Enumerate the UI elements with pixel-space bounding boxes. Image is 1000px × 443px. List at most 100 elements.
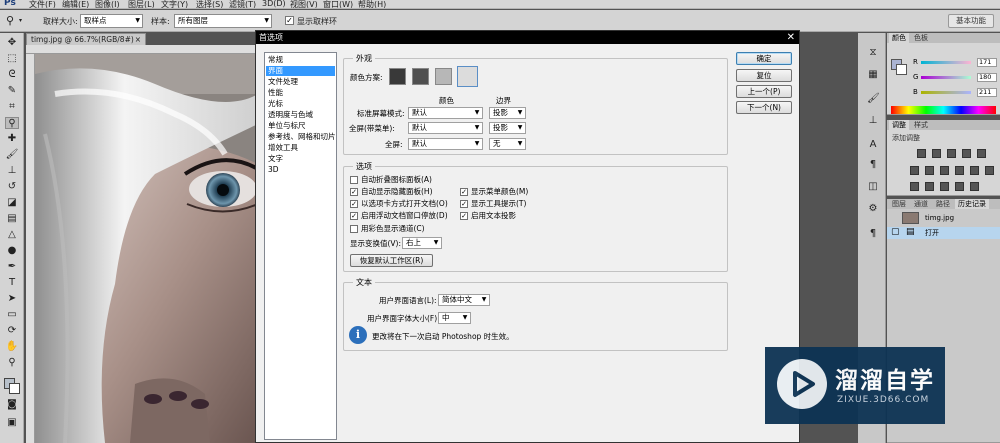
color-scheme-lightest-selected[interactable] (457, 66, 478, 87)
menu-3d[interactable]: 3D(D) (262, 0, 286, 8)
next-button[interactable]: 下一个(N) (736, 101, 792, 114)
menu-file[interactable]: 文件(F) (29, 0, 56, 8)
show-channels-in-color-checkbox[interactable]: 用彩色显示通道(C) (350, 223, 425, 234)
vibrance-icon[interactable] (977, 149, 986, 158)
menu-image[interactable]: 图像(I) (95, 0, 120, 8)
open-documents-as-tabs-checkbox[interactable]: ✓ 以选项卡方式打开文档(O) (350, 198, 448, 209)
nav-item-guides-grid[interactable]: 参考线、网格和切片 (266, 132, 336, 142)
shape-tool-icon[interactable]: ▭ (5, 309, 19, 321)
color-spectrum-bar[interactable] (891, 106, 996, 114)
posterize-icon[interactable] (925, 182, 934, 191)
tab-styles[interactable]: 样式 (911, 120, 931, 130)
nav-item-type[interactable]: 文字 (266, 154, 335, 164)
path-select-tool-icon[interactable]: ➤ (5, 293, 19, 305)
fullscreen-border-select[interactable]: 无 ▼ (489, 138, 526, 150)
type-tool-icon[interactable]: T (5, 277, 19, 289)
color-lookup-icon[interactable] (985, 166, 994, 175)
chevron-down-icon[interactable]: ▾ (19, 17, 22, 24)
brush-presets-icon[interactable]: 🖌 (867, 93, 880, 105)
history-brush-source-icon[interactable]: ▢ (891, 227, 900, 237)
standard-screen-color-select[interactable]: 默认 ▼ (408, 107, 483, 119)
character-panel-icon[interactable]: A (867, 139, 879, 151)
fullscreen-color-select[interactable]: 默认 ▼ (408, 138, 483, 150)
close-icon[interactable]: × (135, 34, 141, 45)
standard-screen-border-select[interactable]: 投影 ▼ (489, 107, 526, 119)
reset-button[interactable]: 复位 (736, 69, 792, 82)
clone-source-icon[interactable]: ⊥ (867, 115, 879, 127)
history-panel-icon[interactable]: ⧖ (867, 47, 879, 59)
color-balance-icon[interactable] (925, 166, 934, 175)
show-menu-colors-checkbox[interactable]: ✓ 显示菜单颜色(M) (460, 186, 528, 197)
curves-icon[interactable] (947, 149, 956, 158)
blue-slider[interactable]: B 211 (913, 88, 997, 98)
selective-color-icon[interactable] (970, 182, 979, 191)
previous-button[interactable]: 上一个(P) (736, 85, 792, 98)
menu-window[interactable]: 窗口(W) (323, 0, 353, 8)
channel-mixer-icon[interactable] (970, 166, 979, 175)
color-scheme-darkest[interactable] (389, 68, 406, 85)
brush-panel-icon[interactable]: ▦ (867, 69, 879, 81)
pen-tool-icon[interactable]: ✒ (5, 261, 19, 273)
nav-item-cursors[interactable]: 光标 (266, 99, 335, 109)
color-scheme-light[interactable] (435, 68, 452, 85)
sample-select[interactable]: 所有图层 ▼ (174, 14, 272, 28)
nav-item-general[interactable]: 常规 (266, 55, 335, 65)
photo-filter-icon[interactable] (955, 166, 964, 175)
green-value-input[interactable]: 180 (977, 73, 997, 82)
menu-filter[interactable]: 滤镜(T) (229, 0, 256, 8)
invert-icon[interactable] (910, 182, 919, 191)
nav-item-interface[interactable]: 界面 (266, 66, 335, 76)
threshold-icon[interactable] (940, 182, 949, 191)
dodge-tool-icon[interactable]: ● (5, 245, 19, 257)
eyedropper-tool-icon[interactable]: ⚲ (5, 117, 19, 129)
fullscreen-menu-border-select[interactable]: 投影 ▼ (489, 122, 526, 134)
ui-language-select[interactable]: 简体中文 ▼ (438, 294, 490, 306)
red-value-input[interactable]: 171 (977, 58, 997, 67)
healing-brush-tool-icon[interactable]: ✚ (5, 133, 19, 145)
blur-tool-icon[interactable]: △ (5, 229, 19, 241)
black-white-icon[interactable] (940, 166, 949, 175)
ok-button[interactable]: 确定 (736, 52, 792, 65)
document-canvas-image[interactable] (35, 54, 258, 443)
screen-mode-icon[interactable]: ▣ (5, 417, 19, 429)
sample-size-select[interactable]: 取样点 ▼ (80, 14, 143, 28)
nav-item-plugins[interactable]: 增效工具 (266, 143, 335, 153)
tab-adjustments[interactable]: 调整 (889, 120, 909, 130)
background-color-swatch[interactable] (9, 383, 20, 394)
show-ring-checkbox[interactable]: ✓ (285, 16, 294, 25)
show-transform-values-select[interactable]: 右上 ▼ (402, 237, 442, 249)
auto-collapse-icon-panels-checkbox[interactable]: 自动折叠图标面板(A) (350, 174, 432, 185)
nav-item-3d[interactable]: 3D (266, 165, 335, 175)
nav-item-performance[interactable]: 性能 (266, 88, 335, 98)
nav-item-file-handling[interactable]: 文件处理 (266, 77, 335, 87)
3d-panel-icon[interactable]: ◫ (867, 181, 879, 193)
quick-select-tool-icon[interactable]: ✎ (5, 85, 19, 97)
menu-edit[interactable]: 编辑(E) (62, 0, 89, 8)
auto-show-hidden-panels-checkbox[interactable]: ✓ 自动显示隐藏面板(H) (350, 186, 433, 197)
brightness-icon[interactable] (917, 149, 926, 158)
bg-color-swatch[interactable] (896, 64, 907, 75)
quick-mask-icon[interactable]: ◙ (5, 399, 19, 411)
exposure-icon[interactable] (962, 149, 971, 158)
enable-text-drop-shadows-checkbox[interactable]: ✓ 启用文本投影 (460, 210, 516, 221)
restore-default-workspace-button[interactable]: 恢复默认工作区(R) (350, 254, 433, 267)
paragraph-styles-icon[interactable]: ¶ (867, 228, 879, 240)
gradient-tool-icon[interactable]: ▤ (5, 213, 19, 225)
menu-type[interactable]: 文字(Y) (161, 0, 188, 8)
close-icon[interactable]: ✕ (787, 31, 795, 44)
menu-layer[interactable]: 图层(L) (128, 0, 155, 8)
marquee-tool-icon[interactable]: ⬚ (5, 53, 19, 65)
levels-icon[interactable] (932, 149, 941, 158)
paragraph-panel-icon[interactable]: ¶ (867, 159, 879, 171)
history-snapshot-row[interactable]: timg.jpg (887, 211, 1000, 226)
eyedropper-icon[interactable]: ⚲ (6, 14, 14, 27)
green-slider[interactable]: G 180 (913, 73, 997, 83)
tab-history[interactable]: 历史记录 (955, 199, 989, 209)
floating-document-docking-checkbox[interactable]: ✓ 启用浮动文档窗口停放(D) (350, 210, 448, 221)
ui-font-size-select[interactable]: 中 ▼ (438, 312, 471, 324)
zoom-tool-icon[interactable]: ⚲ (5, 357, 19, 369)
color-scheme-dark[interactable] (412, 68, 429, 85)
document-tab[interactable]: timg.jpg @ 66.7%(RGB/8#) × (26, 33, 146, 45)
brush-tool-icon[interactable]: 🖌 (5, 149, 19, 161)
blue-value-input[interactable]: 211 (977, 88, 997, 97)
